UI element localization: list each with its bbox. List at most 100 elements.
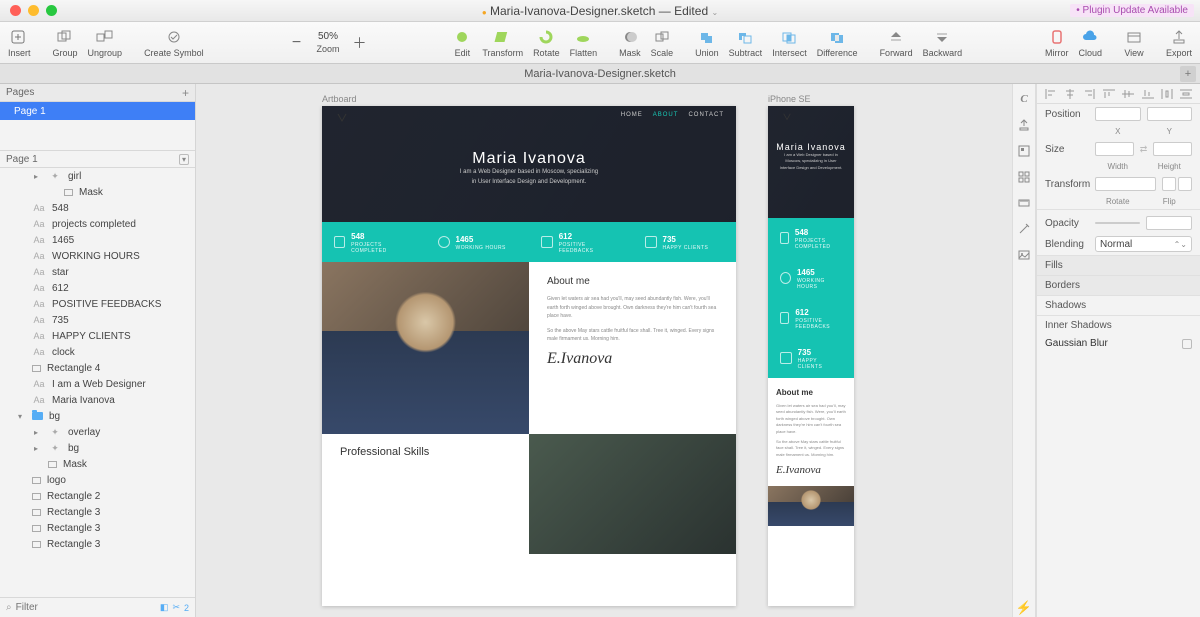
transform-tool[interactable]: Transform [482,28,523,58]
zoom-window-button[interactable] [46,5,57,16]
rail-wand-icon[interactable] [1015,220,1033,238]
rail-layout-icon[interactable] [1015,142,1033,160]
position-y-field[interactable] [1147,107,1193,121]
align-top-icon[interactable] [1102,88,1116,100]
filter-slice-icon[interactable]: ✂ [172,602,180,613]
layer-row[interactable]: Rectangle 4 [0,360,195,376]
layer-row[interactable]: AaHAPPY CLIENTS [0,328,195,344]
forward-tool[interactable]: Forward [880,28,913,58]
artboard-mobile[interactable]: Maria Ivanova I am a Web Designer based … [768,106,854,606]
align-center-v-icon[interactable] [1121,88,1135,100]
layer-row[interactable]: Rectangle 2 [0,488,195,504]
rail-export-icon[interactable] [1015,116,1033,134]
union-tool[interactable]: Union [695,28,719,58]
rotate-tool[interactable]: Rotate [533,28,560,58]
fills-section-header[interactable]: Fills [1037,255,1200,275]
plugin-update-notice[interactable]: • Plugin Update Available [1070,4,1194,17]
title-dropdown-icon[interactable]: ⌄ [711,8,718,17]
layer-row[interactable]: Aastar [0,264,195,280]
layer-row[interactable]: AaPOSITIVE FEEDBACKS [0,296,195,312]
artboard-desktop[interactable]: HOME ABOUT CONTACT Maria Ivanova I am a … [322,106,736,606]
zoom-value[interactable]: 50% [318,31,338,42]
layer-row[interactable]: ▾bg [0,408,195,424]
layer-row[interactable]: Rectangle 3 [0,520,195,536]
layer-row[interactable]: ▸✦bg [0,440,195,456]
rail-bolt-icon[interactable]: ⚡ [1015,599,1033,617]
layer-row[interactable]: Rectangle 3 [0,504,195,520]
layer-row[interactable]: Aa548 [0,200,195,216]
flip-h-button[interactable] [1162,177,1176,191]
close-window-button[interactable] [10,5,21,16]
lock-aspect-icon[interactable]: ⇄ [1140,144,1148,155]
insert-tool[interactable]: Insert [8,28,31,58]
add-page-button[interactable]: + [182,86,189,100]
layer-row[interactable]: ▸✦overlay [0,424,195,440]
size-width-field[interactable] [1095,142,1134,156]
cloud-tool[interactable]: Cloud [1078,28,1102,58]
nav-about[interactable]: ABOUT [653,112,679,118]
nav-home[interactable]: HOME [621,112,643,118]
mask-tool[interactable]: Mask [619,28,641,58]
align-right-icon[interactable] [1082,88,1096,100]
opacity-slider[interactable] [1095,222,1140,224]
document-tab[interactable]: Maria-Ivanova-Designer.sketch [524,68,676,80]
borders-section-header[interactable]: Borders [1037,275,1200,295]
layer-row[interactable]: Rectangle 3 [0,536,195,552]
blending-select[interactable]: Normal⌃⌄ [1095,236,1192,252]
export-tool[interactable]: Export [1166,28,1192,58]
rail-image-icon[interactable] [1015,246,1033,264]
layer-row[interactable]: logo [0,472,195,488]
intersect-tool[interactable]: Intersect [772,28,807,58]
distribute-h-icon[interactable] [1160,88,1174,100]
create-symbol-tool[interactable]: Create Symbol [144,28,204,58]
filter-toggle-icon[interactable]: ◧ [160,602,169,613]
mirror-tool[interactable]: Mirror [1045,28,1069,58]
layer-row[interactable]: AaI am a Web Designer [0,376,195,392]
page-row-selected[interactable]: Page 1 [0,102,195,120]
rotate-field[interactable] [1095,177,1156,191]
current-page-bar[interactable]: Page 1 ▾ [0,150,195,168]
new-tab-button[interactable]: + [1180,66,1196,82]
layer-row[interactable]: Mask [0,184,195,200]
layer-row[interactable]: Aa1465 [0,232,195,248]
difference-tool[interactable]: Difference [817,28,858,58]
ungroup-tool[interactable]: Ungroup [88,28,123,58]
layer-row[interactable]: AaMaria Ivanova [0,392,195,408]
group-tool[interactable]: Group [53,28,78,58]
layer-row[interactable]: Mask [0,456,195,472]
align-center-h-icon[interactable] [1063,88,1077,100]
subtract-tool[interactable]: Subtract [729,28,763,58]
align-left-icon[interactable] [1044,88,1058,100]
shadows-section-header[interactable]: Shadows [1037,295,1200,315]
inner-shadows-section-header[interactable]: Inner Shadows [1037,315,1200,335]
layer-filter-input[interactable] [16,602,156,613]
position-x-field[interactable] [1095,107,1141,121]
zoom-out-button[interactable]: − [286,34,306,52]
layer-row[interactable]: ▸✦girl [0,168,195,184]
layer-row[interactable]: AaWORKING HOURS [0,248,195,264]
flip-v-button[interactable] [1178,177,1192,191]
zoom-in-button[interactable]: ＋ [350,34,370,52]
gaussian-blur-checkbox[interactable] [1182,339,1192,349]
layer-row[interactable]: Aaprojects completed [0,216,195,232]
view-tool[interactable]: View [1124,28,1144,58]
layer-row[interactable]: Aa612 [0,280,195,296]
rail-ruler-icon[interactable] [1015,194,1033,212]
backward-tool[interactable]: Backward [923,28,963,58]
artboard-label-mobile[interactable]: iPhone SE [768,94,811,104]
artboard-label-desktop[interactable]: Artboard [322,94,357,104]
layer-row[interactable]: Aa735 [0,312,195,328]
rail-grid-icon[interactable] [1015,168,1033,186]
align-bottom-icon[interactable] [1141,88,1155,100]
flatten-tool[interactable]: Flatten [570,28,598,58]
edit-tool[interactable]: Edit [452,28,472,58]
rail-comment-icon[interactable]: C [1015,90,1033,108]
size-height-field[interactable] [1153,142,1192,156]
minimize-window-button[interactable] [28,5,39,16]
scale-tool[interactable]: Scale [651,28,674,58]
canvas[interactable]: Artboard HOME ABOUT CONTACT Maria Ivanov… [196,84,1012,617]
distribute-v-icon[interactable] [1179,88,1193,100]
opacity-field[interactable] [1146,216,1193,230]
gaussian-blur-row[interactable]: Gaussian Blur [1037,335,1200,352]
artboard-dropdown-icon[interactable]: ▾ [179,154,189,165]
